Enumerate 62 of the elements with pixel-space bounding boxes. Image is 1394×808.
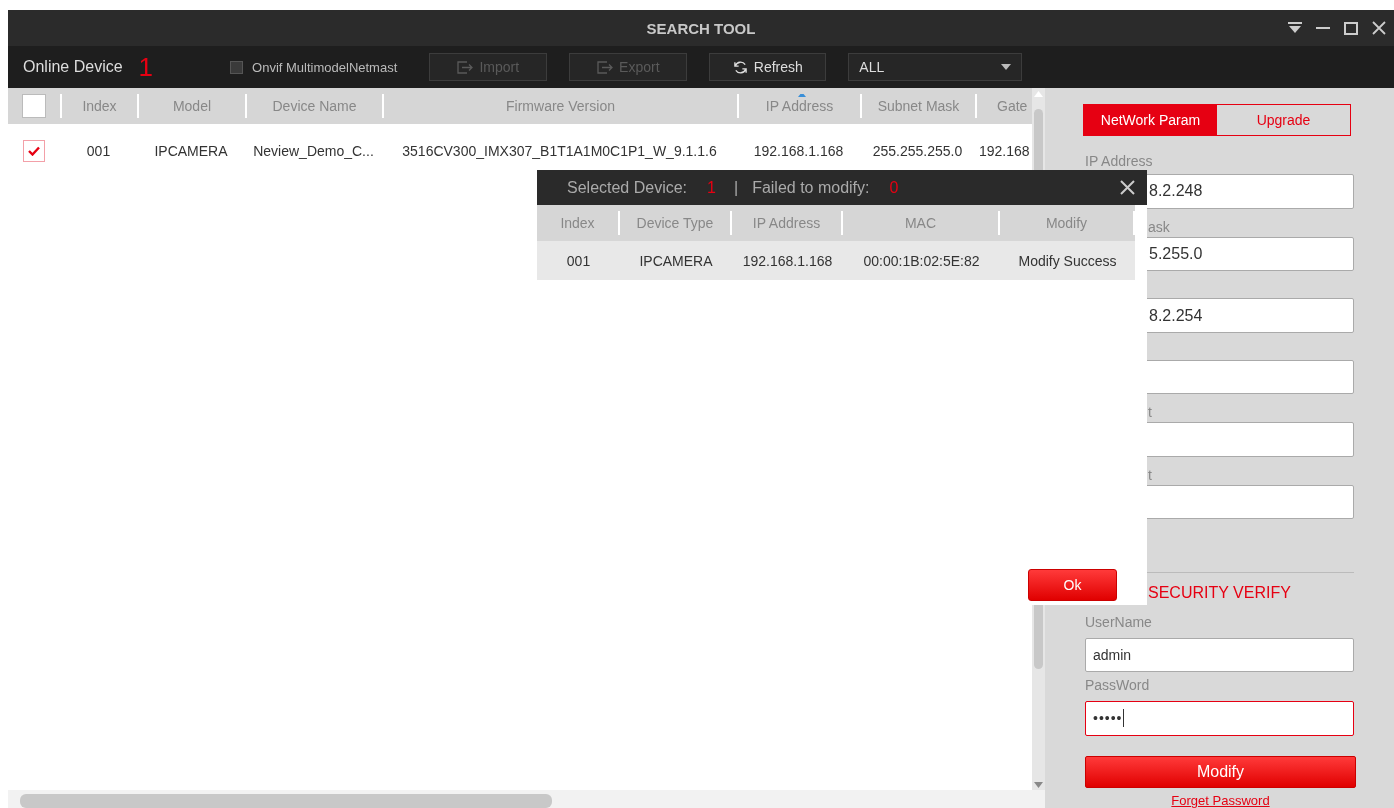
- caret-icon: [1001, 64, 1012, 70]
- close-icon[interactable]: [1372, 21, 1386, 35]
- failed-count: 0: [889, 178, 899, 197]
- refresh-icon: [732, 59, 748, 75]
- field-label: UserName: [1085, 613, 1153, 632]
- column-header: Modify: [1000, 211, 1135, 235]
- separator: |: [733, 178, 739, 197]
- check-icon: [28, 146, 40, 156]
- table-cell-text: 192.168.1.168: [752, 143, 845, 159]
- selected-device-label: Selected Device:: [567, 178, 688, 197]
- column-header[interactable]: Device Name: [245, 94, 382, 118]
- password-field[interactable]: •••••: [1085, 701, 1354, 736]
- scroll-down-icon[interactable]: [1034, 782, 1043, 788]
- column-header: IP Address: [732, 211, 843, 235]
- column-header[interactable]: Firmware Version: [382, 94, 737, 118]
- table-cell-text: 001: [85, 143, 112, 159]
- export-icon: [597, 60, 614, 74]
- row-checkbox[interactable]: [23, 140, 45, 162]
- field-label: IP Address: [1085, 154, 1154, 169]
- table-cell-text: 00:00:1B:02:5E:82: [862, 252, 981, 269]
- table-cell-text: 192.168: [978, 143, 1031, 159]
- onvif-label: Onvif MultimodelNetmast: [252, 59, 398, 75]
- ok-button[interactable]: Ok: [1028, 569, 1117, 601]
- online-device-label: Online Device: [23, 58, 123, 76]
- dropdown-icon[interactable]: [1288, 22, 1302, 34]
- column-header: Index: [537, 211, 620, 235]
- section-title: SECURITY VERIFY: [1147, 583, 1292, 603]
- refresh-button[interactable]: Refresh: [709, 53, 827, 81]
- failed-label: Failed to modify:: [752, 178, 870, 197]
- select-all-checkbox[interactable]: [22, 94, 46, 118]
- modify-button[interactable]: Modify: [1085, 755, 1356, 788]
- field-label: PassWord: [1085, 676, 1151, 695]
- close-icon[interactable]: [1120, 180, 1135, 195]
- checkbox[interactable]: [230, 60, 244, 74]
- column-header[interactable]: IP Address: [737, 94, 860, 118]
- table-cell-text: 255.255.255.0: [871, 143, 964, 159]
- table-cell-text: 001: [565, 252, 592, 269]
- filter-dropdown[interactable]: ALL: [848, 53, 1023, 81]
- column-header[interactable]: Index: [60, 94, 137, 118]
- window-title: SEARCH TOOL: [646, 19, 756, 37]
- horizontal-scrollbar[interactable]: [8, 790, 1045, 808]
- device-count: 1: [138, 54, 154, 80]
- username-field[interactable]: admin: [1085, 638, 1354, 673]
- forget-password-link[interactable]: Forget Password: [1085, 792, 1356, 808]
- column-header[interactable]: Model: [137, 94, 245, 118]
- column-header[interactable]: Subnet Mask: [860, 94, 975, 118]
- column-header: Device Type: [620, 211, 732, 235]
- table-cell-text: IPCAMERA: [153, 143, 229, 159]
- table-cell-text: 3516CV300_IMX307_B1T1A1M0C1P1_W_9.1.1.6: [401, 143, 718, 159]
- field-label: t: [1147, 465, 1153, 484]
- column-header: MAC: [843, 211, 1000, 235]
- table-cell-text: Neview_Demo_C...: [252, 143, 375, 159]
- maximize-icon[interactable]: [1344, 21, 1358, 35]
- tab[interactable]: NetWork Param: [1084, 105, 1217, 136]
- field-label: ask: [1147, 217, 1171, 236]
- table-cell-text: IPCAMERA: [638, 252, 714, 269]
- field-label: t: [1147, 403, 1153, 422]
- scroll-up-icon[interactable]: [1034, 91, 1043, 97]
- selected-count: 1: [707, 178, 716, 197]
- table-cell-text: 192.168.1.168: [741, 252, 834, 269]
- tab[interactable]: Upgrade: [1217, 105, 1350, 136]
- export-icon: [457, 60, 474, 74]
